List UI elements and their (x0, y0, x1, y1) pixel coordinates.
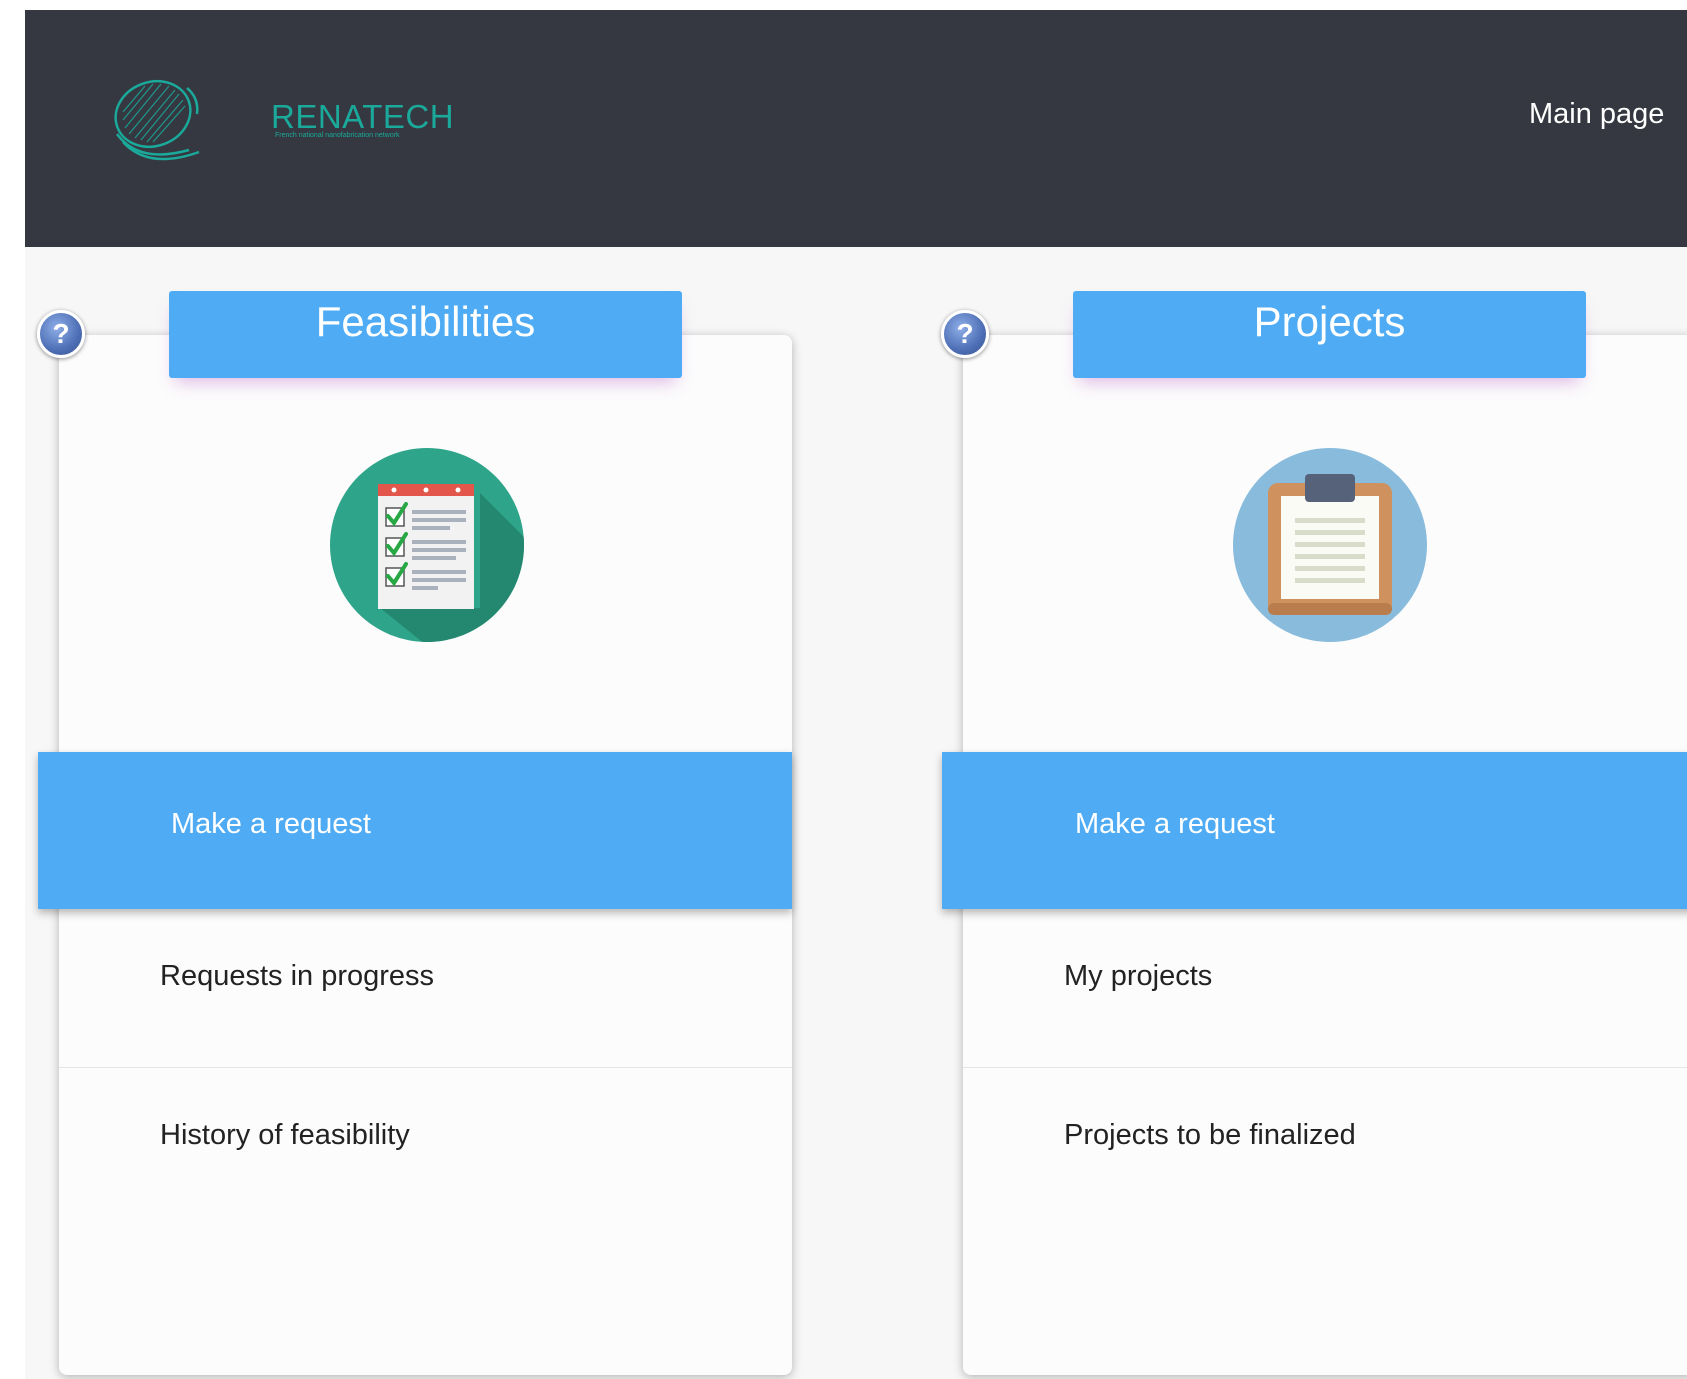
projects-card-title: Projects (1073, 291, 1586, 378)
feasibilities-card-title: Feasibilities (169, 291, 682, 378)
logo-wordmark: RENATECH (271, 98, 455, 135)
clipboard-icon (1233, 448, 1427, 642)
app-window: RENATECH French national nanofabrication… (25, 10, 1687, 1379)
top-header: RENATECH French national nanofabrication… (25, 10, 1687, 247)
feasibilities-make-request-button[interactable]: Make a request (38, 752, 792, 909)
projects-my-projects-link[interactable]: My projects (963, 909, 1687, 1067)
logo-globe-icon (114, 79, 200, 161)
requests-in-progress-label: Requests in progress (160, 960, 435, 992)
projects-make-request-label: Make a request (1075, 808, 1275, 840)
feasibilities-help-icon[interactable]: ? (37, 310, 85, 358)
nav-main-page-link[interactable]: Main page (1529, 98, 1664, 131)
feasibilities-history-link[interactable]: History of feasibility (59, 1068, 792, 1226)
projects-make-request-button[interactable]: Make a request (942, 752, 1687, 909)
my-projects-label: My projects (1064, 960, 1213, 992)
renatech-logo[interactable]: RENATECH French national nanofabrication… (109, 74, 454, 169)
logo-tagline: French national nanofabrication network (275, 132, 400, 139)
history-of-feasibility-label: History of feasibility (160, 1119, 410, 1151)
checklist-icon (330, 448, 524, 642)
feasibilities-requests-in-progress-link[interactable]: Requests in progress (59, 909, 792, 1067)
projects-to-be-finalized-link[interactable]: Projects to be finalized (963, 1068, 1687, 1226)
feasibilities-make-request-label: Make a request (171, 808, 371, 840)
projects-help-icon[interactable]: ? (941, 310, 989, 358)
projects-to-be-finalized-label: Projects to be finalized (1064, 1119, 1356, 1151)
